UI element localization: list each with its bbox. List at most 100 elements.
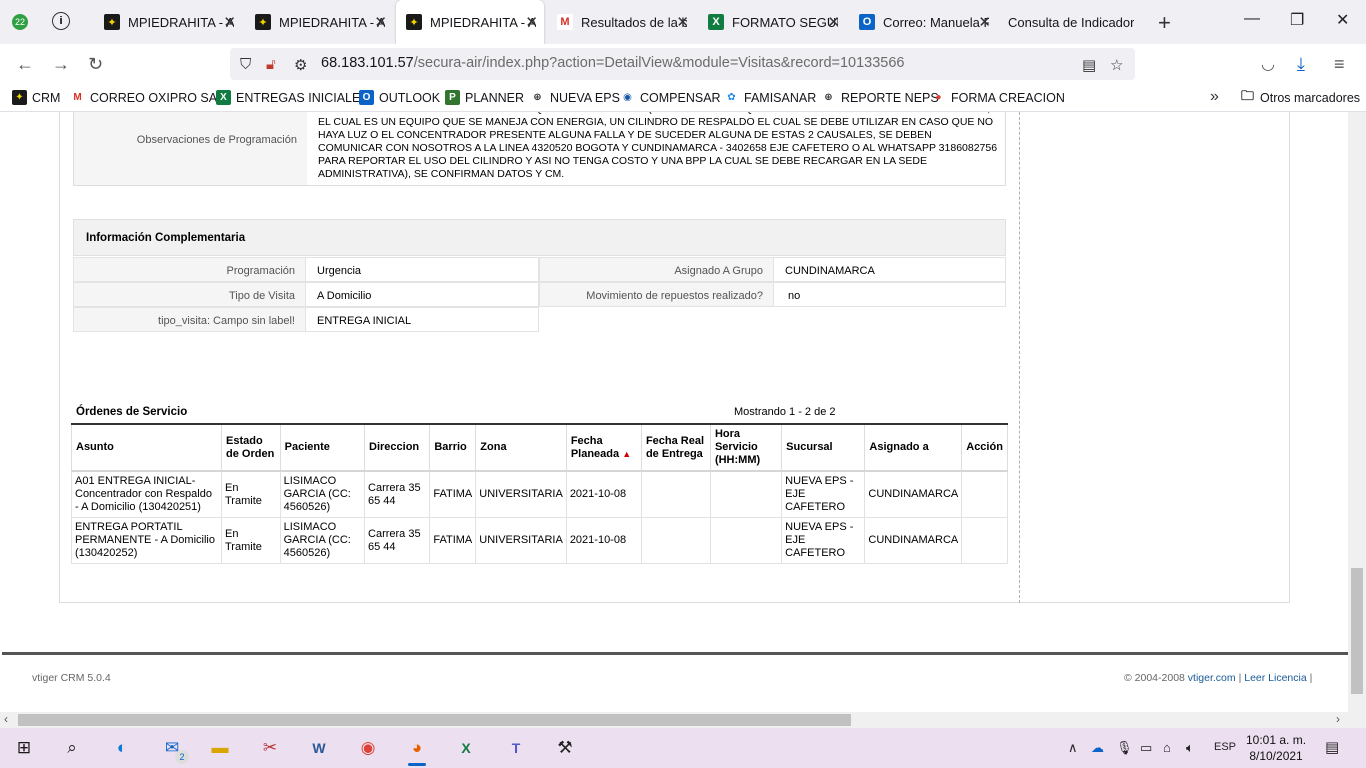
- cell-paciente[interactable]: LISIMACO GARCIA (CC: 4560526): [279, 517, 366, 564]
- edge-icon[interactable]: ◐: [109, 736, 135, 760]
- file-explorer-icon[interactable]: ▬: [207, 736, 233, 760]
- horizontal-scrollbar[interactable]: ‹ ›: [0, 712, 1348, 728]
- close-icon[interactable]: ✕: [978, 13, 991, 31]
- browser-tab[interactable]: M Resultados de la b ✕: [547, 0, 695, 44]
- close-icon[interactable]: ✕: [525, 13, 538, 31]
- pocket-icon[interactable]: ◡: [1261, 54, 1275, 74]
- notifications-icon[interactable]: ▤: [1325, 738, 1339, 756]
- mail-icon[interactable]: ✉ 2: [159, 736, 189, 764]
- search-icon[interactable]: ⌕: [59, 736, 85, 760]
- word-icon[interactable]: W: [306, 736, 332, 760]
- bookmark-famisanar[interactable]: ✿ FAMISANAR: [724, 90, 816, 105]
- bookmark-forma-creacion[interactable]: ● FORMA CREACION: [931, 90, 1064, 105]
- bookmark-outlook[interactable]: O OUTLOOK: [359, 90, 440, 105]
- reload-icon[interactable]: ↻: [88, 54, 103, 75]
- footer-divider: [2, 652, 1348, 655]
- excel-icon[interactable]: X: [453, 736, 479, 760]
- permissions-icon[interactable]: ⚙: [294, 56, 307, 74]
- bookmark-reporte-neps[interactable]: ⊕ REPORTE NEPS: [821, 90, 938, 105]
- snipping-tool-icon[interactable]: ✂: [257, 736, 283, 760]
- cell-hora: [709, 517, 783, 564]
- restore-icon[interactable]: ❐: [1290, 10, 1304, 30]
- tab-counter-badge[interactable]: 22: [12, 14, 28, 30]
- vertical-scroll-thumb[interactable]: [1351, 568, 1363, 694]
- col-asignado[interactable]: Asignado a: [864, 423, 963, 472]
- close-icon[interactable]: ✕: [223, 13, 236, 31]
- tab-label: Correo: Manuela F: [883, 14, 989, 30]
- firefox-icon[interactable]: ◕: [404, 736, 430, 766]
- windows-start-icon[interactable]: ⊞: [11, 736, 37, 760]
- col-zona[interactable]: Zona: [475, 423, 567, 472]
- info-icon[interactable]: i: [52, 12, 70, 30]
- new-tab-icon[interactable]: +: [1158, 10, 1171, 36]
- shield-icon[interactable]: ⛉: [240, 56, 251, 73]
- vertical-scrollbar[interactable]: [1348, 112, 1366, 712]
- bookmark-correo[interactable]: M CORREO OXIPRO SAS: [70, 90, 225, 105]
- page-content: Observaciones de Programación PROGRAMA S…: [0, 112, 1348, 712]
- menu-icon[interactable]: ≡: [1334, 54, 1345, 75]
- cell-direccion: Carrera 35 65 44: [364, 517, 431, 564]
- minimize-icon[interactable]: —: [1244, 10, 1260, 28]
- col-hora-servicio[interactable]: Hora Servicio (HH:MM): [709, 423, 783, 472]
- browser-tab-strip: 22 i ✦ MPIEDRAHITA - A ✕ ✦ MPIEDRAHITA -…: [0, 0, 1366, 44]
- battery-icon[interactable]: ▭: [1140, 740, 1152, 756]
- horizontal-scroll-thumb[interactable]: [18, 714, 851, 726]
- close-icon[interactable]: ✕: [827, 13, 840, 31]
- cell-estado: En Tramite: [221, 517, 281, 564]
- cell-asignado: CUNDINAMARCA: [864, 470, 963, 518]
- reader-view-icon[interactable]: ▤: [1082, 56, 1096, 74]
- chevron-up-icon[interactable]: ∧: [1068, 740, 1078, 756]
- scroll-right-icon[interactable]: ›: [1336, 712, 1340, 726]
- browser-tab[interactable]: ✦ MPIEDRAHITA - A ✕: [245, 0, 393, 44]
- col-fecha-real[interactable]: Fecha Real de Entrega: [640, 423, 711, 472]
- col-estado[interactable]: Estado de Orden: [221, 423, 281, 472]
- url-bar[interactable]: ⛉ 🔓︎ ⚙ 68.183.101.57/secura-air/index.ph…: [230, 48, 1135, 80]
- chevron-more-icon[interactable]: »: [1210, 88, 1219, 106]
- vtiger-link[interactable]: vtiger.com: [1188, 672, 1236, 684]
- cell-accion[interactable]: [961, 517, 1008, 564]
- forward-arrow-icon[interactable]: →: [52, 54, 70, 75]
- browser-tab[interactable]: X FORMATO SEGUIN ✕: [698, 0, 846, 44]
- onedrive-icon[interactable]: ☁: [1091, 740, 1104, 756]
- bookmark-nueva-eps[interactable]: ⊕ NUEVA EPS: [530, 90, 620, 105]
- license-link[interactable]: Leer Licencia: [1244, 672, 1306, 684]
- bookmark-entregas[interactable]: X ENTREGAS INICIALES: [216, 90, 369, 105]
- microphone-icon[interactable]: 🎙︎: [1116, 740, 1133, 756]
- cell-accion[interactable]: [961, 470, 1008, 518]
- col-paciente[interactable]: Paciente: [279, 423, 366, 472]
- browser-tab[interactable]: ✦ MPIEDRAHITA - A ✕: [94, 0, 242, 44]
- col-direccion[interactable]: Direccion: [364, 423, 431, 472]
- cell-asunto[interactable]: ENTREGA PORTATIL PERMANENTE - A Domicili…: [71, 517, 222, 564]
- network-icon[interactable]: ⌂: [1163, 740, 1171, 755]
- download-icon[interactable]: ⤓: [1297, 54, 1305, 75]
- chrome-icon[interactable]: ◉: [355, 736, 381, 760]
- bookmark-planner[interactable]: P PLANNER: [445, 90, 524, 105]
- close-icon[interactable]: ✕: [676, 13, 689, 31]
- back-arrow-icon[interactable]: ←: [16, 54, 34, 75]
- other-bookmarks[interactable]: 🗀︎ Otros marcadores: [1240, 88, 1360, 105]
- scroll-left-icon[interactable]: ‹: [4, 712, 8, 726]
- url-text[interactable]: 68.183.101.57/secura-air/index.php?actio…: [321, 55, 905, 71]
- language-indicator[interactable]: ESP: [1214, 741, 1236, 753]
- browser-tab[interactable]: Consulta de Indicador: [1000, 0, 1148, 44]
- sort-ascending-icon[interactable]: ▲: [622, 449, 631, 459]
- teams-icon[interactable]: T: [503, 736, 529, 760]
- col-barrio[interactable]: Barrio: [429, 423, 477, 472]
- bookmark-star-icon[interactable]: ☆: [1110, 56, 1123, 74]
- col-sucursal[interactable]: Sucursal: [781, 423, 866, 472]
- cell-paciente[interactable]: LISIMACO GARCIA (CC: 4560526): [279, 470, 366, 518]
- system-clock[interactable]: 10:01 a. m. 8/10/2021: [1246, 732, 1306, 764]
- col-fecha-planeada[interactable]: Fecha Planeada ▲: [565, 423, 642, 472]
- volume-icon[interactable]: 🔈︎: [1186, 740, 1194, 756]
- bookmark-crm[interactable]: ✦ CRM: [12, 90, 60, 105]
- cell-asunto[interactable]: A01 ENTREGA INICIAL- Concentrador con Re…: [71, 470, 222, 518]
- gmail-icon: M: [73, 92, 82, 103]
- browser-tab-active[interactable]: ✦ MPIEDRAHITA - A ✕: [396, 0, 544, 44]
- close-icon[interactable]: ✕: [374, 13, 387, 31]
- bookmark-compensar[interactable]: ◉ COMPENSAR: [620, 90, 720, 105]
- insecure-lock-icon[interactable]: 🔓︎: [266, 56, 276, 73]
- browser-tab[interactable]: O Correo: Manuela F ✕: [849, 0, 997, 44]
- col-asunto[interactable]: Asunto: [71, 423, 222, 472]
- close-window-icon[interactable]: ✕: [1336, 10, 1349, 30]
- network-app-icon[interactable]: ⚒: [552, 736, 578, 760]
